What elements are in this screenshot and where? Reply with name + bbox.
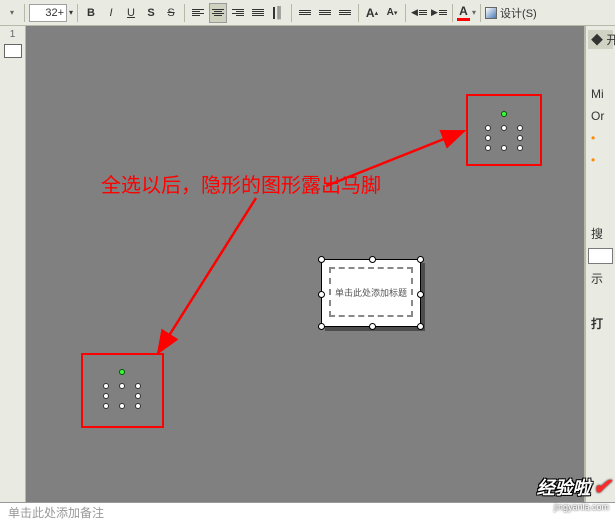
resize-handle-icon (318, 256, 325, 263)
resize-handle-icon (318, 291, 325, 298)
open-label: 打 (588, 313, 613, 334)
resize-handle-icon (103, 393, 109, 399)
separator (480, 4, 481, 22)
resize-handle-icon (135, 383, 141, 389)
notes-pane[interactable]: 单击此处添加备注 (0, 502, 615, 522)
resize-handle-icon (103, 383, 109, 389)
task-pane-line2: Or (588, 107, 613, 125)
slide-canvas[interactable]: 全选以后，隐形的图形露出马脚 (26, 26, 585, 502)
distribute-button[interactable]: ║ (269, 3, 287, 23)
resize-handle-icon (501, 145, 507, 151)
hidden-shape-selection-bottom (99, 369, 145, 409)
numbered-list-button[interactable] (296, 3, 314, 23)
design-button[interactable]: 设计(S) (485, 3, 537, 23)
hidden-shape-selection-top (481, 111, 527, 151)
font-size-value: 32+ (45, 7, 64, 19)
increase-indent-button[interactable]: ▶ (430, 3, 448, 23)
resize-handle-icon (103, 403, 109, 409)
annotation-text: 全选以后，隐形的图形露出马脚 (101, 169, 381, 198)
toolbar: 32+ ▾ B I U S S ║ A▴ A▾ ◀ ▶ A 设计(S) (0, 0, 615, 26)
task-pane-line1: Mi (588, 85, 613, 103)
decrease-indent-button[interactable]: ◀ (410, 3, 428, 23)
search-label: 搜 (588, 223, 613, 244)
separator (184, 4, 185, 22)
resize-handle-icon (517, 145, 523, 151)
bold-button[interactable]: B (82, 3, 100, 23)
resize-handle-icon (135, 393, 141, 399)
font-color-button[interactable]: A (457, 3, 476, 23)
align-center-button[interactable] (209, 3, 227, 23)
line-spacing-button[interactable] (336, 3, 354, 23)
align-right-button[interactable] (229, 3, 247, 23)
resize-handle-icon (517, 125, 523, 131)
task-pane-header[interactable]: ◆ 开始 (588, 30, 613, 49)
decrease-font-button[interactable]: A▾ (383, 3, 401, 23)
watermark-url: jingyanla.com (554, 502, 609, 512)
style-dropdown[interactable] (2, 3, 20, 23)
resize-handle-icon (485, 145, 491, 151)
separator (405, 4, 406, 22)
resize-handle-icon (417, 291, 424, 298)
resize-handle-icon (417, 323, 424, 330)
resize-handle-icon (369, 256, 376, 263)
thumbnail-panel: 1 (0, 26, 26, 502)
strikethrough-button[interactable]: S (162, 3, 180, 23)
search-input[interactable] (588, 248, 613, 264)
bullet-list-button[interactable] (316, 3, 334, 23)
align-justify-button[interactable] (249, 3, 267, 23)
rotation-handle-icon (501, 111, 507, 117)
task-pane-bullet[interactable]: • (588, 129, 613, 147)
italic-button[interactable]: I (102, 3, 120, 23)
resize-handle-icon (135, 403, 141, 409)
task-pane-bullet[interactable]: • (588, 151, 613, 169)
slide-thumbnail[interactable] (4, 44, 22, 58)
resize-handle-icon (119, 383, 125, 389)
rotation-handle-icon (119, 369, 125, 375)
resize-handle-icon (501, 125, 507, 131)
resize-handle-icon (485, 125, 491, 131)
main-area: 1 全选以后，隐形的 (0, 26, 615, 502)
check-icon: ✔ (593, 474, 611, 500)
notes-placeholder: 单击此处添加备注 (8, 504, 104, 521)
watermark: 经验啦✔ (537, 474, 611, 500)
align-left-button[interactable] (189, 3, 207, 23)
resize-handle-icon (517, 135, 523, 141)
separator (291, 4, 292, 22)
selected-title-placeholder[interactable]: 单击此处添加标题 (321, 259, 421, 327)
separator (358, 4, 359, 22)
underline-button[interactable]: U (122, 3, 140, 23)
font-size-selector[interactable]: 32+ ▾ (29, 3, 73, 23)
increase-font-button[interactable]: A▴ (363, 3, 381, 23)
shadow-button[interactable]: S (142, 3, 160, 23)
resize-handle-icon (119, 403, 125, 409)
placeholder-text: 单击此处添加标题 (335, 286, 407, 299)
separator (77, 4, 78, 22)
resize-handle-icon (369, 323, 376, 330)
resize-handle-icon (318, 323, 325, 330)
resize-handle-icon (485, 135, 491, 141)
task-pane: ◆ 开始 Mi Or • • 搜 示 打 (585, 26, 615, 502)
resize-handle-icon (417, 256, 424, 263)
example-label: 示 (588, 268, 613, 289)
separator (24, 4, 25, 22)
separator (452, 4, 453, 22)
